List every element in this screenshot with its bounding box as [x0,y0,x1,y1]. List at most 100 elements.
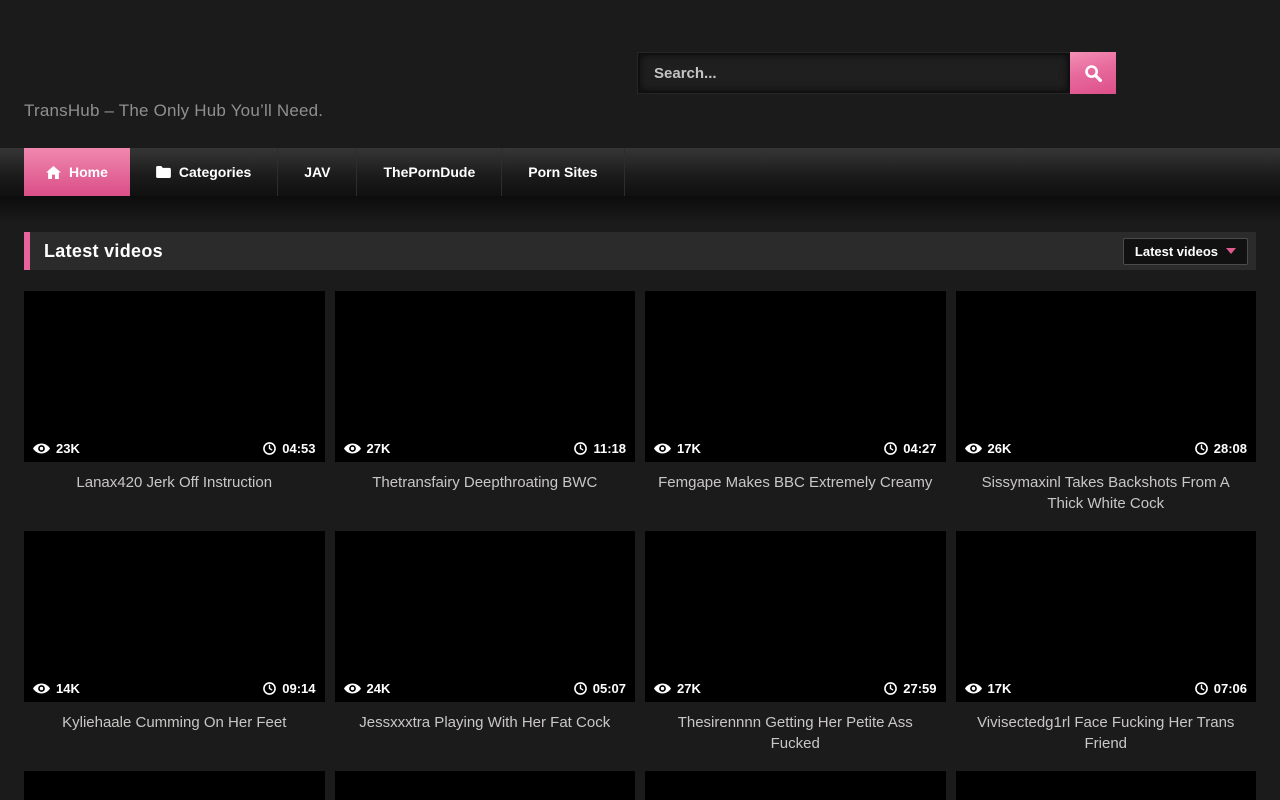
nav-tab-theporndude[interactable]: ThePornDude [357,148,502,196]
thumb-meta-bar: 27K 11:18 [335,434,636,462]
eye-icon [33,443,50,454]
clock-icon [1195,442,1208,455]
view-count-label: 26K [988,441,1012,456]
duration-label: 11:18 [593,441,626,456]
sort-dropdown-label: Latest videos [1135,244,1218,259]
nav-shadow [0,196,1280,224]
nav-tab-home[interactable]: Home [24,148,130,196]
view-count: 23K [33,441,80,456]
clock-icon [574,442,587,455]
view-count-label: 24K [367,681,391,696]
video-card[interactable]: 24K 05:07 Jessxxxtra Playing With Her Fa… [335,531,636,771]
video-card[interactable] [645,771,946,800]
view-count: 24K [344,681,391,696]
view-count-label: 17K [988,681,1012,696]
video-card[interactable]: 14K 09:14 Kyliehaale Cumming On Her Feet [24,531,325,771]
sort-dropdown-button[interactable]: Latest videos [1123,238,1248,265]
video-thumbnail[interactable]: 27K 27:59 [645,531,946,702]
site-header: TransHub – The Only Hub You’ll Need. [0,0,1280,148]
nav-tab-label: ThePornDude [383,164,475,180]
video-grid: 23K 04:53 Lanax420 Jerk Off Instruction [24,291,1256,800]
duration: 04:27 [884,441,936,456]
eye-icon [654,683,671,694]
eye-icon [654,443,671,454]
video-thumbnail[interactable]: 27K 11:18 [335,291,636,462]
view-count-label: 27K [677,681,701,696]
eye-icon [344,683,361,694]
thumb-meta-bar: 26K 28:08 [956,434,1257,462]
view-count: 17K [654,441,701,456]
duration: 04:53 [263,441,315,456]
video-thumbnail[interactable]: 26K 28:08 [956,291,1257,462]
video-card[interactable]: 26K 28:08 Sissymaxinl Takes Backshots Fr… [956,291,1257,531]
magnifier-icon [1084,64,1103,83]
view-count: 26K [965,441,1012,456]
clock-icon [884,682,897,695]
video-thumbnail[interactable]: 23K 04:53 [24,291,325,462]
thumb-meta-bar: 17K 07:06 [956,674,1257,702]
video-thumbnail[interactable]: 17K 07:06 [956,531,1257,702]
nav-tab-jav[interactable]: JAV [278,148,357,196]
video-thumbnail[interactable] [956,771,1257,800]
video-title[interactable]: Thesirennnn Getting Her Petite Ass Fucke… [645,702,946,754]
search-input[interactable] [638,53,1070,93]
thumb-meta-bar: 24K 05:07 [335,674,636,702]
view-count: 14K [33,681,80,696]
duration-label: 05:07 [593,681,626,696]
main-nav: Home Categories JAV ThePornDude Porn Sit… [0,148,1280,196]
nav-tab-porn-sites[interactable]: Porn Sites [502,148,624,196]
nav-tab-label: JAV [304,164,330,180]
video-card[interactable] [956,771,1257,800]
video-card[interactable] [24,771,325,800]
video-title[interactable]: Femgape Makes BBC Extremely Creamy [645,462,946,493]
duration-label: 28:08 [1214,441,1247,456]
duration: 28:08 [1195,441,1247,456]
caret-down-icon [1226,248,1236,254]
video-thumbnail[interactable] [24,771,325,800]
duration: 05:07 [574,681,626,696]
video-title[interactable]: Lanax420 Jerk Off Instruction [24,462,325,493]
eye-icon [965,683,982,694]
view-count-label: 14K [56,681,80,696]
video-thumbnail[interactable]: 14K 09:14 [24,531,325,702]
video-thumbnail[interactable]: 17K 04:27 [645,291,946,462]
video-title[interactable]: Thetransfairy Deepthroating BWC [335,462,636,493]
video-thumbnail[interactable] [645,771,946,800]
nav-tab-label: Porn Sites [528,164,597,180]
video-card[interactable]: 17K 04:27 Femgape Makes BBC Extremely Cr… [645,291,946,531]
video-title[interactable]: Sissymaxinl Takes Backshots From A Thick… [956,462,1257,514]
thumb-meta-bar: 17K 04:27 [645,434,946,462]
video-card[interactable] [335,771,636,800]
section-title: Latest videos [44,241,163,262]
video-card[interactable]: 27K 27:59 Thesirennnn Getting Her Petite… [645,531,946,771]
clock-icon [263,682,276,695]
video-title[interactable]: Kyliehaale Cumming On Her Feet [24,702,325,733]
video-card[interactable]: 23K 04:53 Lanax420 Jerk Off Instruction [24,291,325,531]
view-count: 17K [965,681,1012,696]
video-title[interactable]: Vivisectedg1rl Face Fucking Her Trans Fr… [956,702,1257,754]
home-icon [46,166,61,179]
site-tagline: TransHub – The Only Hub You’ll Need. [24,101,323,121]
folder-icon [156,166,171,178]
view-count: 27K [344,441,391,456]
thumb-meta-bar: 27K 27:59 [645,674,946,702]
video-card[interactable]: 27K 11:18 Thetransfairy Deepthroating BW… [335,291,636,531]
view-count-label: 27K [367,441,391,456]
search-button[interactable] [1070,52,1116,94]
duration-label: 09:14 [282,681,315,696]
clock-icon [263,442,276,455]
video-thumbnail[interactable] [335,771,636,800]
nav-tab-categories[interactable]: Categories [130,148,278,196]
view-count-label: 17K [677,441,701,456]
search-form [638,52,1116,94]
clock-icon [574,682,587,695]
duration: 07:06 [1195,681,1247,696]
duration-label: 27:59 [903,681,936,696]
eye-icon [344,443,361,454]
view-count-label: 23K [56,441,80,456]
video-thumbnail[interactable]: 24K 05:07 [335,531,636,702]
duration-label: 04:27 [903,441,936,456]
video-card[interactable]: 17K 07:06 Vivisectedg1rl Face Fucking He… [956,531,1257,771]
video-title[interactable]: Jessxxxtra Playing With Her Fat Cock [335,702,636,733]
section-header: Latest videos Latest videos [24,232,1256,270]
